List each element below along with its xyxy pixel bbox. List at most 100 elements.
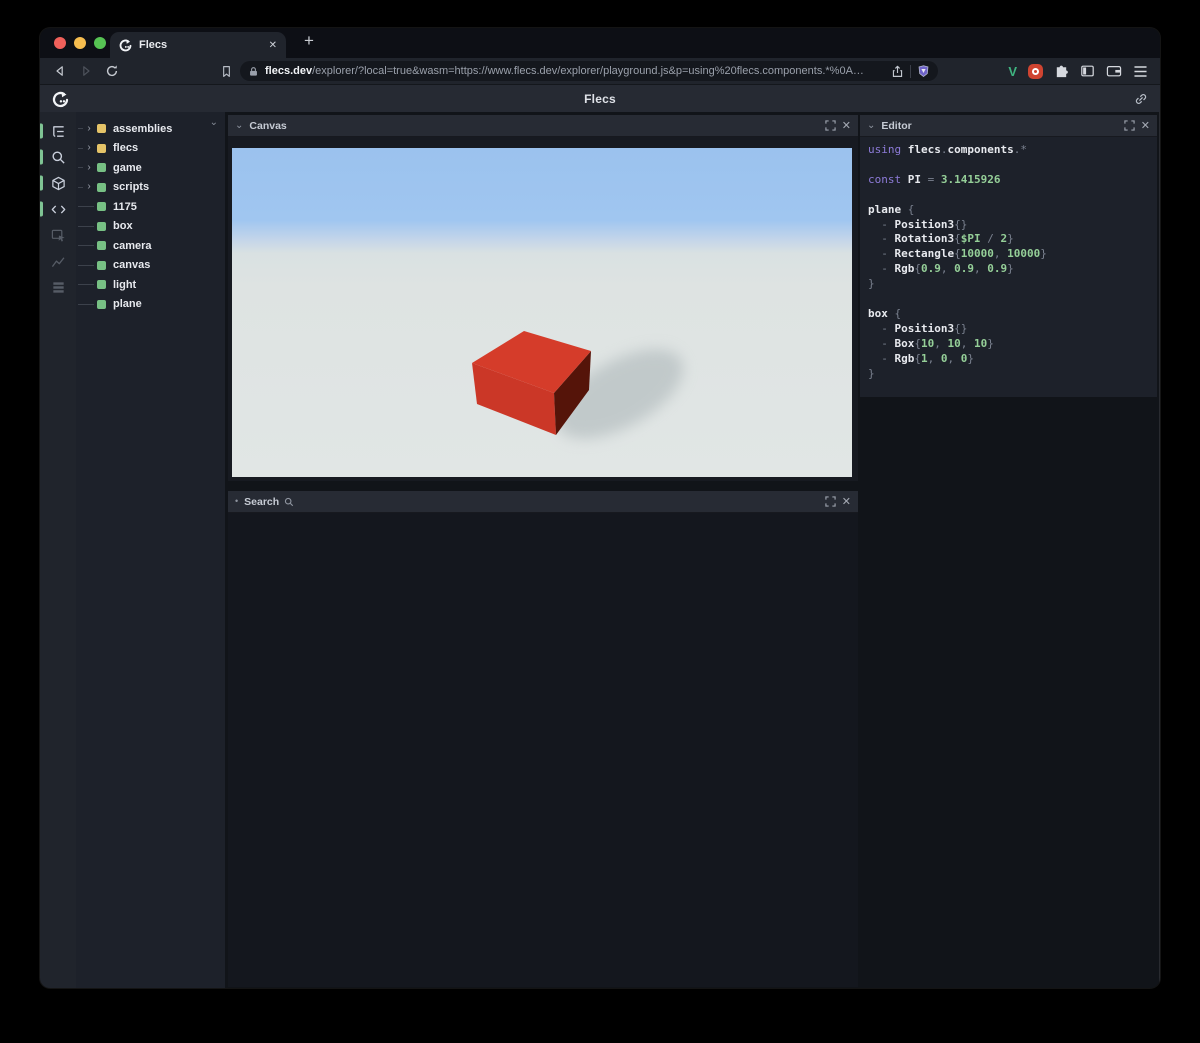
tree-item-plane[interactable]: plane xyxy=(76,295,225,315)
canvas-panel-header: ⌄ Canvas ✕ xyxy=(228,115,858,137)
url-text: flecs.dev/explorer/?local=true&wasm=http… xyxy=(265,65,885,77)
app-header: Flecs xyxy=(40,84,1160,112)
sidebar-item-inspector[interactable] xyxy=(40,222,76,248)
browser-tab[interactable]: Flecs ✕ xyxy=(110,32,286,58)
flecs-favicon-icon xyxy=(119,39,132,51)
vue-devtools-icon[interactable]: V xyxy=(1008,64,1017,79)
tree-view-icon xyxy=(52,125,64,137)
panel-title: Canvas xyxy=(249,119,287,132)
close-panel-button[interactable]: ✕ xyxy=(842,495,851,508)
wallet-icon[interactable] xyxy=(1106,64,1122,78)
code-line: - Position3{} xyxy=(868,217,968,231)
tree-item-label: box xyxy=(113,220,133,233)
tree-guide-line xyxy=(78,284,94,286)
expand-chevron-icon[interactable]: › xyxy=(83,162,95,173)
tree-guide-line xyxy=(78,245,94,247)
sidebar-item-editor[interactable] xyxy=(40,196,76,222)
entity-color-icon xyxy=(97,163,106,173)
reload-button[interactable] xyxy=(102,62,122,80)
code-line: } xyxy=(868,366,875,380)
panel-title: Search xyxy=(244,495,280,508)
bookmark-icon[interactable] xyxy=(216,62,236,80)
code-line: using flecs.components.* xyxy=(868,143,1027,156)
fullscreen-button[interactable] xyxy=(825,496,836,507)
cube-icon xyxy=(51,176,65,190)
window-zoom-button[interactable] xyxy=(94,37,106,49)
tab-close-icon[interactable]: ✕ xyxy=(269,40,277,51)
expand-chevron-icon[interactable]: › xyxy=(83,143,95,153)
tree-item-label: camera xyxy=(113,239,152,252)
tree-guide-line xyxy=(78,303,94,305)
search-panel-header[interactable]: • Search ✕ xyxy=(228,491,858,513)
entity-color-icon xyxy=(97,280,106,290)
menu-icon[interactable] xyxy=(1133,65,1148,78)
tree-item-box[interactable]: box xyxy=(76,217,225,237)
address-bar[interactable]: flecs.dev/explorer/?local=true&wasm=http… xyxy=(240,61,938,81)
expand-chevron-icon[interactable]: › xyxy=(83,182,95,192)
fullscreen-button[interactable] xyxy=(1124,120,1135,131)
panel-title: Editor xyxy=(881,119,912,132)
flecs-logo-icon xyxy=(52,91,69,108)
close-panel-button[interactable]: ✕ xyxy=(842,119,851,132)
divider xyxy=(910,64,911,78)
tree-guide-line xyxy=(78,206,94,208)
share-link-icon[interactable] xyxy=(1134,92,1148,106)
forward-button[interactable] xyxy=(76,62,96,80)
tree-item-1175[interactable]: 1175 xyxy=(76,197,225,217)
entity-color-icon xyxy=(97,221,106,231)
browser-window: Flecs ✕ + flecs.dev/explorer/?local=true… xyxy=(40,28,1160,988)
sidebar-toggle-icon[interactable] xyxy=(1080,64,1095,78)
canvas-body xyxy=(228,137,858,481)
red-extension-icon[interactable] xyxy=(1028,63,1043,79)
entity-color-icon xyxy=(97,241,106,251)
tree-item-flecs[interactable]: › flecs xyxy=(76,139,225,159)
fullscreen-button[interactable] xyxy=(825,120,836,131)
tree-item-label: plane xyxy=(113,298,142,311)
sidebar-item-tables[interactable] xyxy=(40,274,76,300)
extensions-puzzle-icon[interactable] xyxy=(1054,64,1069,79)
tree-item-scripts[interactable]: › scripts xyxy=(76,178,225,198)
collapsed-indicator-icon[interactable]: • xyxy=(235,497,238,506)
code-line: - Rectangle{10000, 10000} xyxy=(868,247,1047,261)
active-indicator xyxy=(40,149,43,165)
editor-code[interactable]: using flecs.components.* const PI = 3.14… xyxy=(860,137,1157,397)
active-indicator xyxy=(40,201,43,217)
entity-color-icon xyxy=(97,260,106,270)
brave-shield-icon[interactable] xyxy=(917,64,930,78)
tree-guide-line xyxy=(78,264,94,266)
expand-chevron-icon[interactable]: › xyxy=(83,123,95,134)
entity-color-icon xyxy=(97,202,106,212)
collapse-chevron-icon[interactable]: ⌄ xyxy=(867,120,875,131)
code-icon xyxy=(51,204,65,214)
back-button[interactable] xyxy=(50,62,70,80)
close-panel-button[interactable]: ✕ xyxy=(1141,119,1150,132)
tree-item-game[interactable]: › game xyxy=(76,158,225,178)
app-body: ⌄ › assemblies › flecs › game › scripts 1175 box c… xyxy=(40,112,1160,988)
share-icon[interactable] xyxy=(891,65,904,78)
entity-color-icon xyxy=(97,182,106,192)
editor-panel: ⌄ Editor ✕ using flecs.components.* cons… xyxy=(860,115,1157,397)
code-line: const PI = 3.1415926 xyxy=(868,172,1001,186)
window-close-button[interactable] xyxy=(54,37,66,49)
sidebar-item-entity-tree[interactable] xyxy=(40,118,76,144)
tree-item-camera[interactable]: camera xyxy=(76,236,225,256)
tree-item-label: flecs xyxy=(113,142,139,155)
3d-viewport[interactable] xyxy=(232,148,852,477)
sidebar-item-canvas[interactable] xyxy=(40,170,76,196)
tree-collapse-chevron-icon[interactable]: ⌄ xyxy=(210,117,218,128)
code-line: - Position3{} xyxy=(868,321,968,335)
line-chart-icon xyxy=(51,256,64,267)
sidebar-item-query[interactable] xyxy=(40,144,76,170)
tree-item-assemblies[interactable]: › assemblies xyxy=(76,119,225,139)
new-tab-button[interactable]: + xyxy=(298,31,320,51)
tree-item-light[interactable]: light xyxy=(76,275,225,295)
extension-area: V xyxy=(1008,60,1148,82)
inspector-icon xyxy=(51,229,65,241)
window-minimize-button[interactable] xyxy=(74,37,86,49)
sidebar-item-statistics[interactable] xyxy=(40,248,76,274)
tree-item-label: scripts xyxy=(113,181,150,194)
active-indicator xyxy=(40,123,43,139)
tree-item-canvas[interactable]: canvas xyxy=(76,256,225,276)
collapse-chevron-icon[interactable]: ⌄ xyxy=(235,120,243,131)
